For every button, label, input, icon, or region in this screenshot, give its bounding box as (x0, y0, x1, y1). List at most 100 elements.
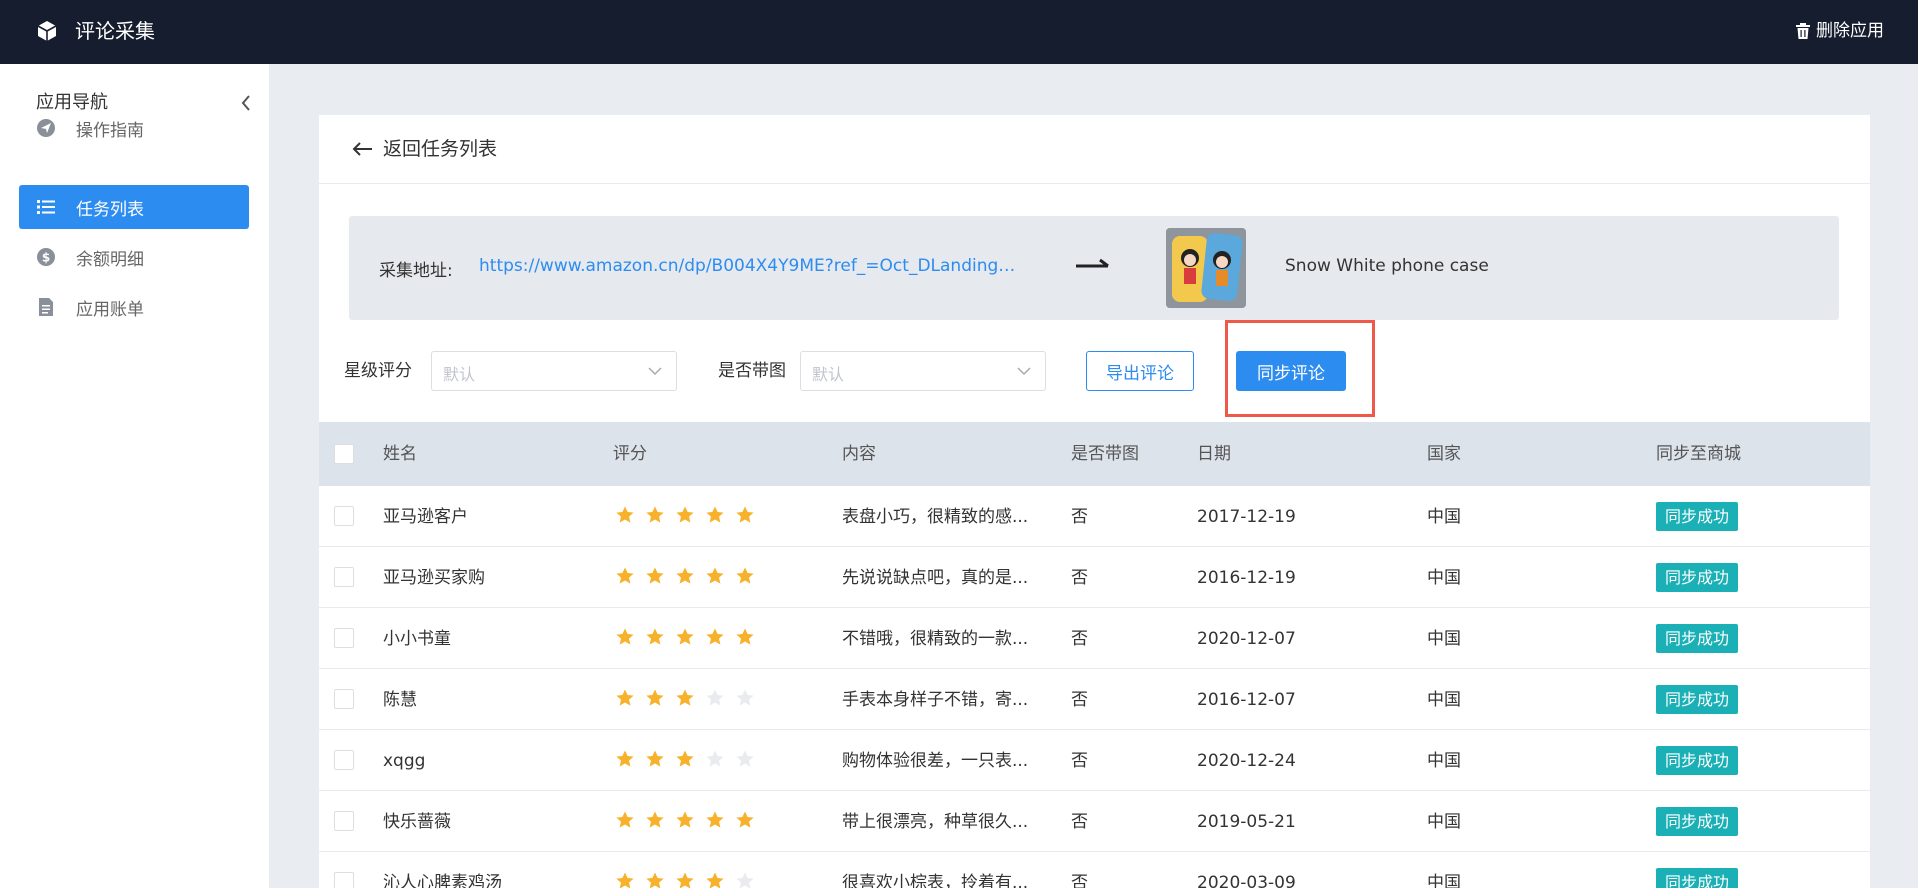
column-header-rating: 评分 (613, 444, 647, 464)
cell-date: 2019-05-21 (1197, 812, 1296, 832)
sync-status-badge: 同步成功 (1656, 868, 1739, 888)
delete-app-button[interactable]: 删除应用 (1796, 19, 1884, 43)
sync-reviews-button[interactable]: 同步评论 (1236, 351, 1346, 391)
sidebar-item-label: 应用账单 (76, 299, 144, 320)
cell-content: 很喜欢小棕表，拎着有... (842, 873, 1029, 888)
sync-status-badge: 同步成功 (1656, 563, 1739, 592)
sidebar: 应用导航 操作指南 任务列表 $ 余额明细 应用账单 (0, 64, 269, 888)
has-image-filter-label: 是否带图 (718, 361, 786, 381)
chevron-down-icon (648, 367, 662, 376)
star-empty-icon (736, 689, 754, 706)
cell-has-image: 否 (1071, 568, 1088, 588)
sidebar-item-label: 操作指南 (76, 120, 144, 141)
cell-content: 不错哦，很精致的一款... (842, 629, 1029, 649)
has-image-select[interactable]: 默认 (800, 351, 1046, 391)
table-row[interactable]: 亚马逊客户 表盘小巧，很精致的感... 否 2017-12-19 中国 同步成功 (319, 486, 1870, 547)
star-filled-icon (616, 689, 634, 706)
row-checkbox[interactable] (334, 750, 354, 770)
table-row[interactable]: 陈慧 手表本身样子不错，寄... 否 2016-12-07 中国 同步成功 (319, 669, 1870, 730)
cell-name: xqgg (383, 751, 426, 771)
table-row[interactable]: 沁人心脾素鸡汤 很喜欢小棕表，拎着有... 否 2020-03-09 中国 同步成功 (319, 852, 1870, 888)
star-filled-icon (706, 567, 724, 584)
rating-stars (615, 627, 755, 647)
app-title: 评论采集 (75, 19, 155, 43)
star-filled-icon (676, 567, 694, 584)
table-row[interactable]: 亚马逊买家购 先说说缺点吧，真的是... 否 2016-12-19 中国 同步成功 (319, 547, 1870, 608)
sidebar-item-guide[interactable]: 操作指南 (19, 106, 249, 150)
star-filled-icon (646, 811, 664, 828)
star-filled-icon (646, 750, 664, 767)
star-filled-icon (736, 506, 754, 523)
cell-date: 2020-12-24 (1197, 751, 1296, 771)
sync-status-badge: 同步成功 (1656, 685, 1739, 714)
table-row[interactable]: 快乐蔷薇 带上很漂亮，种草很久... 否 2019-05-21 中国 同步成功 (319, 791, 1870, 852)
main-card: 返回任务列表 采集地址: https://www.amazon.cn/dp/B0… (319, 115, 1870, 888)
product-thumbnail[interactable] (1166, 228, 1246, 308)
top-bar: 评论采集 删除应用 (0, 0, 1918, 64)
star-filled-icon (676, 811, 694, 828)
cell-name: 快乐蔷薇 (383, 812, 451, 832)
sync-status-badge: 同步成功 (1656, 624, 1739, 653)
sidebar-item-label: 任务列表 (76, 199, 144, 220)
trash-icon (1796, 23, 1810, 39)
sidebar-item-balance[interactable]: $ 余额明细 (19, 235, 249, 279)
star-filled-icon (676, 750, 694, 767)
select-all-checkbox[interactable] (334, 444, 354, 464)
row-checkbox[interactable] (334, 506, 354, 526)
arrow-left-icon (352, 142, 372, 156)
cell-has-image: 否 (1071, 629, 1088, 649)
rating-select[interactable]: 默认 (431, 351, 677, 391)
back-label: 返回任务列表 (383, 138, 498, 160)
star-filled-icon (646, 872, 664, 888)
star-filled-icon (676, 872, 694, 888)
sidebar-item-task-list[interactable]: 任务列表 (19, 185, 249, 229)
source-url-link[interactable]: https://www.amazon.cn/dp/B004X4Y9ME?ref_… (479, 256, 1024, 276)
cell-date: 2016-12-19 (1197, 568, 1296, 588)
arrow-right-icon (1076, 258, 1109, 268)
star-filled-icon (676, 689, 694, 706)
row-checkbox[interactable] (334, 811, 354, 831)
rating-stars (615, 871, 755, 888)
sync-status-badge: 同步成功 (1656, 502, 1739, 531)
row-checkbox[interactable] (334, 567, 354, 587)
star-filled-icon (646, 628, 664, 645)
rating-stars (615, 566, 755, 586)
cell-has-image: 否 (1071, 690, 1088, 710)
cell-date: 2016-12-07 (1197, 690, 1296, 710)
cube-logo-icon (37, 21, 57, 41)
cell-country: 中国 (1427, 629, 1461, 649)
star-empty-icon (706, 750, 724, 767)
card-header: 返回任务列表 (319, 115, 1870, 184)
back-to-task-list-link[interactable]: 返回任务列表 (351, 136, 497, 162)
cell-content: 带上很漂亮，种草很久... (842, 812, 1029, 832)
rating-stars (615, 749, 755, 769)
sidebar-item-bill[interactable]: 应用账单 (19, 285, 249, 329)
source-url-label: 采集地址: (379, 261, 453, 281)
star-filled-icon (736, 628, 754, 645)
cell-country: 中国 (1427, 751, 1461, 771)
cell-name: 亚马逊买家购 (383, 568, 485, 588)
table-row[interactable]: xqgg 购物体验很差，一只表... 否 2020-12-24 中国 同步成功 (319, 730, 1870, 791)
star-filled-icon (646, 567, 664, 584)
star-filled-icon (706, 506, 724, 523)
rating-stars (615, 688, 755, 708)
star-filled-icon (616, 750, 634, 767)
star-filled-icon (616, 811, 634, 828)
list-icon (36, 197, 56, 217)
star-filled-icon (616, 872, 634, 888)
row-checkbox[interactable] (334, 689, 354, 709)
cell-name: 沁人心脾素鸡汤 (383, 873, 502, 888)
cell-date: 2017-12-19 (1197, 507, 1296, 527)
sync-status-badge: 同步成功 (1656, 807, 1739, 836)
export-reviews-button[interactable]: 导出评论 (1086, 351, 1194, 391)
cell-content: 购物体验很差，一只表... (842, 751, 1029, 771)
cell-content: 先说说缺点吧，真的是... (842, 568, 1029, 588)
star-filled-icon (616, 567, 634, 584)
delete-app-label: 删除应用 (1816, 21, 1884, 41)
table-row[interactable]: 小小书童 不错哦，很精致的一款... 否 2020-12-07 中国 同步成功 (319, 608, 1870, 669)
column-header-has-image: 是否带图 (1071, 444, 1139, 464)
row-checkbox[interactable] (334, 872, 354, 888)
row-checkbox[interactable] (334, 628, 354, 648)
cell-has-image: 否 (1071, 507, 1088, 527)
has-image-select-value: 默认 (812, 365, 845, 384)
